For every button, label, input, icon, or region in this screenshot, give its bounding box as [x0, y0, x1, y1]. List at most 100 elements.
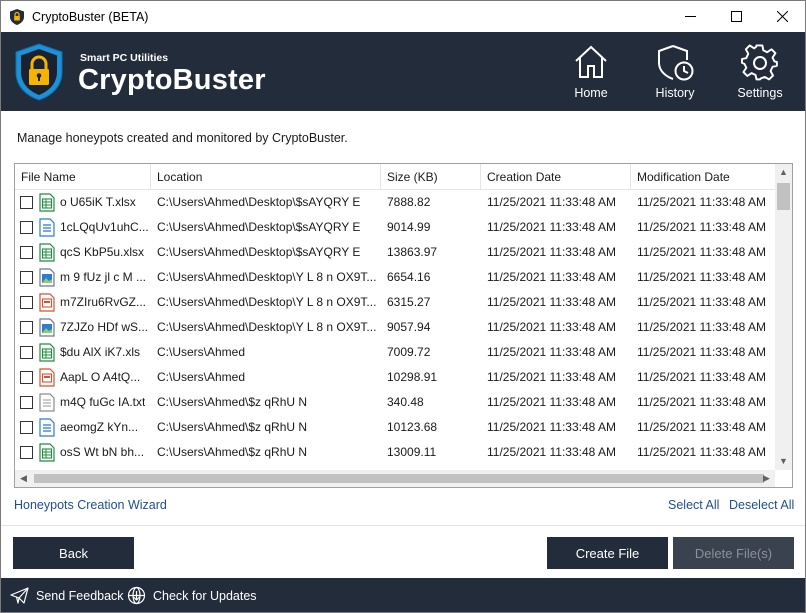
- honeypots-wizard-link[interactable]: Honeypots Creation Wizard: [14, 498, 167, 512]
- cell-location: C:\Users\Ahmed\$z qRhU N: [157, 445, 308, 459]
- cell-location: C:\Users\Ahmed\Desktop\$sAYQRY E: [157, 220, 361, 234]
- scrollbar-corner: [775, 470, 792, 487]
- cell-creation-date: 11/25/2021 11:33:48 AM: [487, 370, 616, 384]
- table-row[interactable]: m7ZIru6RvGZ... C:\Users\Ahmed\Desktop\Y L…: [15, 290, 775, 315]
- scroll-left-arrow-icon[interactable]: ◀: [15, 470, 32, 487]
- row-checkbox[interactable]: [20, 421, 33, 434]
- table-row[interactable]: qcS KbP5u.xlsx C:\Users\Ahmed\Desktop\$sA…: [15, 240, 775, 265]
- divider: [1, 525, 805, 526]
- cell-file-name: $du AlX iK7.xls: [15, 340, 151, 365]
- nav-home[interactable]: Home: [551, 32, 631, 111]
- document-file-icon: [39, 218, 55, 237]
- cell-modification-date: 11/25/2021 11:33:48 AM: [637, 295, 766, 309]
- cell-file-name: m4Q fuGc IA.txt: [15, 390, 151, 415]
- row-checkbox[interactable]: [20, 246, 33, 259]
- cell-location: C:\Users\Ahmed\$z qRhU N: [157, 420, 308, 434]
- minimize-button[interactable]: [667, 1, 713, 32]
- horizontal-scrollbar[interactable]: ◀ ▶: [15, 470, 775, 487]
- table-row[interactable]: 1cLQqUv1uhC... C:\Users\Ahmed\Desktop\$sA…: [15, 215, 775, 240]
- cell-size: 9057.94: [387, 320, 431, 334]
- row-checkbox[interactable]: [20, 321, 33, 334]
- maximize-button[interactable]: [713, 1, 759, 32]
- row-checkbox[interactable]: [20, 346, 33, 359]
- cell-file-name: m 9 fUz jl c M ...: [15, 265, 151, 290]
- back-button[interactable]: Back: [13, 537, 134, 569]
- check-updates-button[interactable]: Check for Updates: [127, 578, 257, 612]
- cell-modification-date: 11/25/2021 11:33:48 AM: [637, 420, 766, 434]
- vertical-scroll-thumb[interactable]: [777, 183, 790, 210]
- spreadsheet-file-icon: [39, 193, 55, 212]
- column-header-location[interactable]: Location: [151, 164, 381, 190]
- cell-modification-date: 11/25/2021 11:33:48 AM: [637, 370, 766, 384]
- cell-location: C:\Users\Ahmed\Desktop\Y L 8 n OX9T...: [157, 295, 377, 309]
- file-name-text: o U65iK T.xlsx: [60, 195, 136, 209]
- file-name-text: m7ZIru6RvGZ...: [60, 295, 147, 309]
- file-name-text: m 9 fUz jl c M ...: [60, 270, 147, 284]
- file-name-text: osS Wt bN bh...: [60, 445, 145, 459]
- cell-size: 7009.72: [387, 345, 431, 359]
- deselect-all-link[interactable]: Deselect All: [729, 498, 794, 512]
- table-row[interactable]: aeomgZ kYn... C:\Users\Ahmed\$z qRhU N 101…: [15, 415, 775, 440]
- table-row[interactable]: 7ZJZo HDf wS... C:\Users\Ahmed\Desktop\Y …: [15, 315, 775, 340]
- presentation-file-icon: [39, 368, 55, 387]
- cell-creation-date: 11/25/2021 11:33:48 AM: [487, 320, 616, 334]
- nav-history[interactable]: History: [635, 32, 715, 111]
- select-all-link[interactable]: Select All: [668, 498, 719, 512]
- app-window: CryptoBuster (BETA) Smart PC Utilities C…: [0, 0, 806, 613]
- table-row[interactable]: m4Q fuGc IA.txt C:\Users\Ahmed\$z qRhU N 3…: [15, 390, 775, 415]
- column-header-modification-date[interactable]: Modification Date: [631, 164, 775, 190]
- file-name-text: 1cLQqUv1uhC...: [60, 220, 149, 234]
- column-header-size[interactable]: Size (KB): [381, 164, 481, 190]
- table-row[interactable]: $du AlX iK7.xls C:\Users\Ahmed 7009.72 11/2…: [15, 340, 775, 365]
- file-name-text: aeomgZ kYn...: [60, 420, 139, 434]
- column-header-creation-date[interactable]: Creation Date: [481, 164, 631, 190]
- image-file-icon: [39, 268, 55, 287]
- row-checkbox[interactable]: [20, 396, 33, 409]
- cell-creation-date: 11/25/2021 11:33:48 AM: [487, 395, 616, 409]
- file-name-text: 7ZJZo HDf wS...: [60, 320, 149, 334]
- create-file-button[interactable]: Create File: [547, 537, 668, 569]
- app-shield-icon: [10, 8, 24, 25]
- column-header-file-name[interactable]: File Name: [15, 164, 151, 190]
- scroll-right-arrow-icon[interactable]: ▶: [758, 470, 775, 487]
- image-file-icon: [39, 318, 55, 337]
- delete-files-button[interactable]: Delete File(s): [673, 537, 794, 569]
- spreadsheet-file-icon: [39, 243, 55, 262]
- cell-creation-date: 11/25/2021 11:33:48 AM: [487, 220, 616, 234]
- send-feedback-button[interactable]: Send Feedback: [10, 578, 124, 612]
- cell-modification-date: 11/25/2021 11:33:48 AM: [637, 220, 766, 234]
- row-checkbox[interactable]: [20, 196, 33, 209]
- cell-creation-date: 11/25/2021 11:33:48 AM: [487, 295, 616, 309]
- table-row[interactable]: AapL O A4tQ... C:\Users\Ahmed 10298.91 11/2…: [15, 365, 775, 390]
- paper-plane-icon: [10, 587, 29, 604]
- vertical-scrollbar[interactable]: ▲ ▼: [775, 164, 792, 470]
- table-row[interactable]: m 9 fUz jl c M ... C:\Users\Ahmed\Desktop…: [15, 265, 775, 290]
- row-checkbox[interactable]: [20, 221, 33, 234]
- table-body: o U65iK T.xlsx C:\Users\Ahmed\Desktop\$sA…: [15, 190, 775, 465]
- cell-modification-date: 11/25/2021 11:33:48 AM: [637, 395, 766, 409]
- cell-creation-date: 11/25/2021 11:33:48 AM: [487, 195, 616, 209]
- cell-creation-date: 11/25/2021 11:33:48 AM: [487, 270, 616, 284]
- scroll-up-arrow-icon[interactable]: ▲: [775, 164, 792, 181]
- row-checkbox[interactable]: [20, 446, 33, 459]
- document-file-icon: [39, 418, 55, 437]
- cell-file-name: m7ZIru6RvGZ...: [15, 290, 151, 315]
- table-row[interactable]: osS Wt bN bh... C:\Users\Ahmed\$z qRhU N 1…: [15, 440, 775, 465]
- nav-settings[interactable]: Settings: [720, 32, 800, 111]
- cell-creation-date: 11/25/2021 11:33:48 AM: [487, 345, 616, 359]
- cell-file-name: AapL O A4tQ...: [15, 365, 151, 390]
- horizontal-scroll-thumb[interactable]: [34, 474, 764, 483]
- cell-size: 13009.11: [387, 445, 437, 459]
- row-checkbox[interactable]: [20, 371, 33, 384]
- table-row[interactable]: o U65iK T.xlsx C:\Users\Ahmed\Desktop\$sA…: [15, 190, 775, 215]
- cell-size: 9014.99: [387, 220, 431, 234]
- cell-modification-date: 11/25/2021 11:33:48 AM: [637, 270, 766, 284]
- row-checkbox[interactable]: [20, 271, 33, 284]
- close-button[interactable]: [759, 1, 805, 32]
- cell-file-name: 7ZJZo HDf wS...: [15, 315, 151, 340]
- scroll-down-arrow-icon[interactable]: ▼: [775, 453, 792, 470]
- cell-size: 10298.91: [387, 370, 438, 384]
- brand-name: CryptoBuster: [78, 64, 266, 96]
- row-checkbox[interactable]: [20, 296, 33, 309]
- cell-size: 10123.68: [387, 420, 438, 434]
